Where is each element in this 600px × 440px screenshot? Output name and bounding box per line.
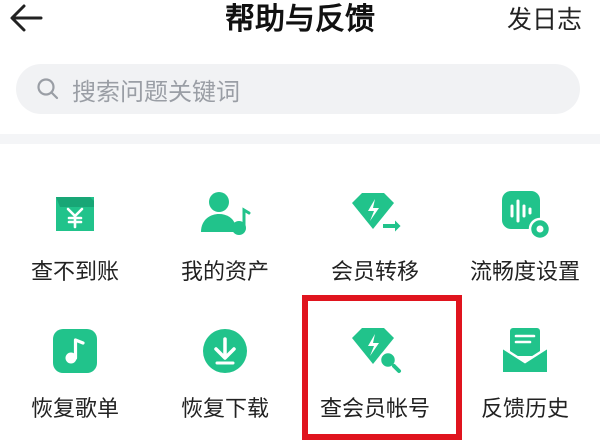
grid-item-missing-payment[interactable]: 查不到账 (0, 172, 150, 292)
wallet-yen-icon (48, 187, 102, 241)
grid-item-restore-download[interactable]: 恢复下载 (150, 309, 300, 429)
feedback-history-icon (498, 324, 552, 378)
grid-item-restore-playlist[interactable]: 恢复歌单 (0, 309, 150, 429)
help-grid: 查不到账 我的资产 会员转移 流畅度设置 恢复歌单 恢复下载 查会员帐号 反馈历… (0, 172, 600, 429)
music-note-icon (48, 324, 102, 378)
diamond-transfer-icon (348, 187, 402, 241)
grid-item-label: 会员转移 (330, 260, 419, 285)
grid-item-vip-transfer[interactable]: 会员转移 (300, 172, 450, 292)
section-divider (0, 134, 600, 144)
grid-item-feedback-history[interactable]: 反馈历史 (450, 309, 600, 429)
send-log-button[interactable]: 发日志 (507, 2, 582, 38)
user-music-icon (198, 187, 252, 241)
search-bar[interactable]: 搜索问题关键词 (16, 64, 580, 114)
grid-item-label: 恢复歌单 (30, 397, 119, 422)
search-input[interactable]: 搜索问题关键词 (72, 72, 240, 107)
grid-item-label: 恢复下载 (180, 397, 269, 422)
grid-item-label: 反馈历史 (480, 397, 569, 422)
grid-item-my-assets[interactable]: 我的资产 (150, 172, 300, 292)
search-icon (36, 76, 62, 102)
download-icon (198, 324, 252, 378)
grid-item-label: 查不到账 (30, 260, 119, 285)
audio-settings-icon (498, 187, 552, 241)
header: 帮助与反馈 发日志 (0, 0, 600, 48)
grid-item-smoothness-settings[interactable]: 流畅度设置 (450, 172, 600, 292)
grid-item-label: 我的资产 (180, 260, 269, 285)
highlight-box (302, 295, 462, 440)
grid-item-label: 流畅度设置 (469, 260, 580, 285)
